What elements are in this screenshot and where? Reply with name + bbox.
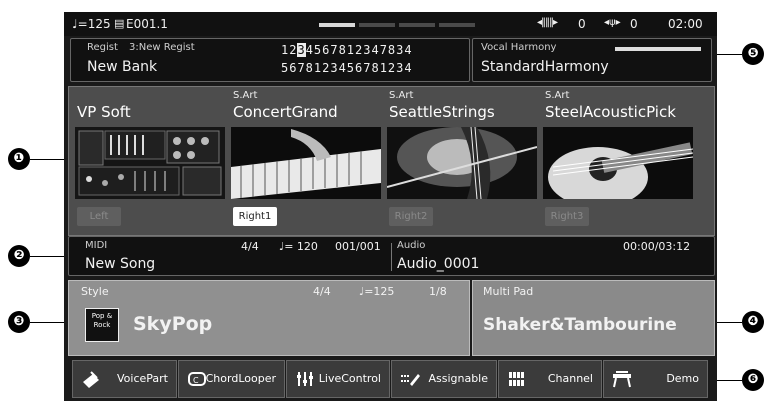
- tempo-readout[interactable]: ♩=125: [72, 17, 111, 31]
- callout-3-line: [30, 322, 68, 323]
- voice-left[interactable]: VP Soft Left: [73, 89, 225, 233]
- voice-right1[interactable]: S.Art ConcertGrand Right1: [229, 89, 381, 233]
- vocal-level-bar: [615, 47, 701, 51]
- regist-selected: 3: [297, 43, 306, 57]
- style-time-signature: 4/4: [313, 285, 331, 298]
- grid-icon: [509, 372, 524, 386]
- midi-label: MIDI: [85, 240, 108, 251]
- chordlooper-button[interactable]: C ChordLooper: [178, 360, 285, 398]
- regist-bank-name: New Bank: [87, 59, 158, 75]
- chordlooper-label: ChordLooper: [205, 372, 276, 385]
- multipad-label: Multi Pad: [483, 285, 534, 298]
- callout-1: ❶: [8, 148, 30, 170]
- assign-icon: [401, 374, 420, 386]
- callout-2-line: [30, 256, 68, 257]
- voice-name: ConcertGrand: [233, 103, 338, 121]
- keyboard-icon: [83, 371, 99, 388]
- midi-song-area[interactable]: MIDI New Song 4/4 ♩= 120 001/001: [69, 237, 389, 275]
- song-divider: [391, 243, 392, 271]
- callout-3: ❸: [8, 311, 30, 333]
- svg-text:C: C: [193, 376, 199, 385]
- measure-icon: ▤: [114, 17, 125, 30]
- callout-6: ❻: [742, 369, 764, 391]
- midi-song-name: New Song: [85, 256, 156, 272]
- clock: 02:00: [668, 17, 703, 31]
- audio-song-name: Audio_0001: [397, 256, 480, 272]
- pop-rock-icon-text: Pop & Rock: [91, 312, 113, 329]
- livecontrol-button[interactable]: LiveControl: [286, 360, 390, 398]
- page-indicator-4: [439, 23, 475, 27]
- song-panel: MIDI New Song 4/4 ♩= 120 001/001 Audio A…: [68, 236, 715, 276]
- song-time-signature: 4/4: [241, 240, 259, 253]
- voicepart-button[interactable]: VoicePart: [72, 360, 177, 398]
- voice-name: SteelAcousticPick: [545, 103, 676, 121]
- part-button-right1[interactable]: Right1: [233, 207, 277, 226]
- voice-tag: S.Art: [233, 90, 258, 101]
- registration-panel[interactable]: Regist 3:New Regist New Bank 12345678123…: [70, 38, 470, 82]
- assignable-button[interactable]: Assignable: [391, 360, 497, 398]
- assignable-label: Assignable: [428, 372, 488, 385]
- song-position: 001/001: [335, 240, 381, 253]
- vocal-harmony-panel[interactable]: Vocal Harmony StandardHarmony: [472, 38, 712, 82]
- multipad-panel[interactable]: Multi Pad Shaker&Tambourine: [472, 280, 715, 356]
- status-bar: ♩=125 ▤ E001.1 ◂‖‖‖▸ 0 ◂ψ▸ 0 02:00: [64, 12, 717, 36]
- volume-left-value: 0: [578, 17, 586, 31]
- part-button-right3[interactable]: Right3: [545, 207, 589, 226]
- bottom-menu: VoicePart C ChordLooper LiveControl Assi…: [64, 358, 717, 401]
- demo-icon: [613, 371, 631, 388]
- callout-5: ❺: [742, 43, 764, 65]
- volume-icon: ◂‖‖‖▸: [537, 17, 558, 28]
- demo-button[interactable]: Demo: [603, 360, 708, 398]
- regist-slot: 3:New Regist: [129, 42, 195, 53]
- voice-right3[interactable]: S.Art SteelAcousticPick Right3: [541, 89, 693, 233]
- callout-1-line: [30, 159, 68, 160]
- voicepart-label: VoicePart: [117, 372, 168, 385]
- regist-row-1-pre: 12: [281, 43, 298, 57]
- audio-label: Audio: [397, 240, 426, 251]
- channel-button[interactable]: Channel: [498, 360, 602, 398]
- voice-name: VP Soft: [77, 103, 131, 121]
- instrument-screen: ♩=125 ▤ E001.1 ◂‖‖‖▸ 0 ◂ψ▸ 0 02:00 Regis…: [64, 12, 717, 401]
- voice-panel: VP Soft Left S.Art ConcertGrand Right1 S…: [68, 86, 715, 236]
- part-button-left[interactable]: Left: [77, 207, 121, 226]
- style-tempo: ♩=125: [359, 285, 395, 298]
- measure-readout[interactable]: E001.1: [126, 17, 168, 31]
- channel-label: Channel: [547, 372, 593, 385]
- multipad-name: Shaker&Tambourine: [483, 315, 677, 335]
- page-indicator-2: [359, 23, 395, 27]
- slider-icon: [297, 372, 313, 386]
- callout-2: ❷: [8, 245, 30, 267]
- voice-tag: S.Art: [389, 90, 414, 101]
- regist-row-1-post: 4567812347834: [305, 43, 413, 57]
- mic-level-icon: ◂ψ▸: [604, 17, 621, 28]
- page-indicator-3: [399, 23, 435, 27]
- demo-label: Demo: [666, 372, 699, 385]
- style-label: Style: [81, 285, 109, 298]
- guitar-image: [543, 127, 693, 199]
- audio-time: 00:00/03:12: [623, 240, 691, 253]
- regist-label: Regist: [87, 42, 118, 53]
- style-panel[interactable]: Style 4/4 ♩=125 1/8 Pop & Rock SkyPop: [68, 280, 470, 356]
- chord-icon: C: [188, 372, 206, 386]
- style-name: SkyPop: [133, 313, 213, 335]
- page-indicator-1: [319, 23, 355, 27]
- voice-tag: S.Art: [545, 90, 570, 101]
- audio-song-area[interactable]: Audio Audio_0001 00:00/03:12: [393, 237, 713, 275]
- livecontrol-label: LiveControl: [318, 372, 381, 385]
- regist-row-2: 5678123456781234: [281, 61, 413, 75]
- strings-image: [387, 127, 537, 199]
- voice-right2[interactable]: S.Art SeattleStrings Right2: [385, 89, 537, 233]
- song-tempo: ♩= 120: [279, 240, 318, 253]
- vocal-harmony-name: StandardHarmony: [481, 59, 609, 75]
- pop-rock-icon: Pop & Rock: [85, 308, 119, 342]
- piano-image: [231, 127, 381, 199]
- voice-name: SeattleStrings: [389, 103, 495, 121]
- callout-4: ❹: [742, 311, 764, 333]
- volume-right-value: 0: [630, 17, 638, 31]
- style-bar: 1/8: [429, 285, 447, 298]
- part-button-right2[interactable]: Right2: [389, 207, 433, 226]
- synth-image: [75, 127, 225, 199]
- vocal-harmony-label: Vocal Harmony: [481, 42, 557, 53]
- regist-row-1: 1234567812347834: [281, 43, 413, 57]
